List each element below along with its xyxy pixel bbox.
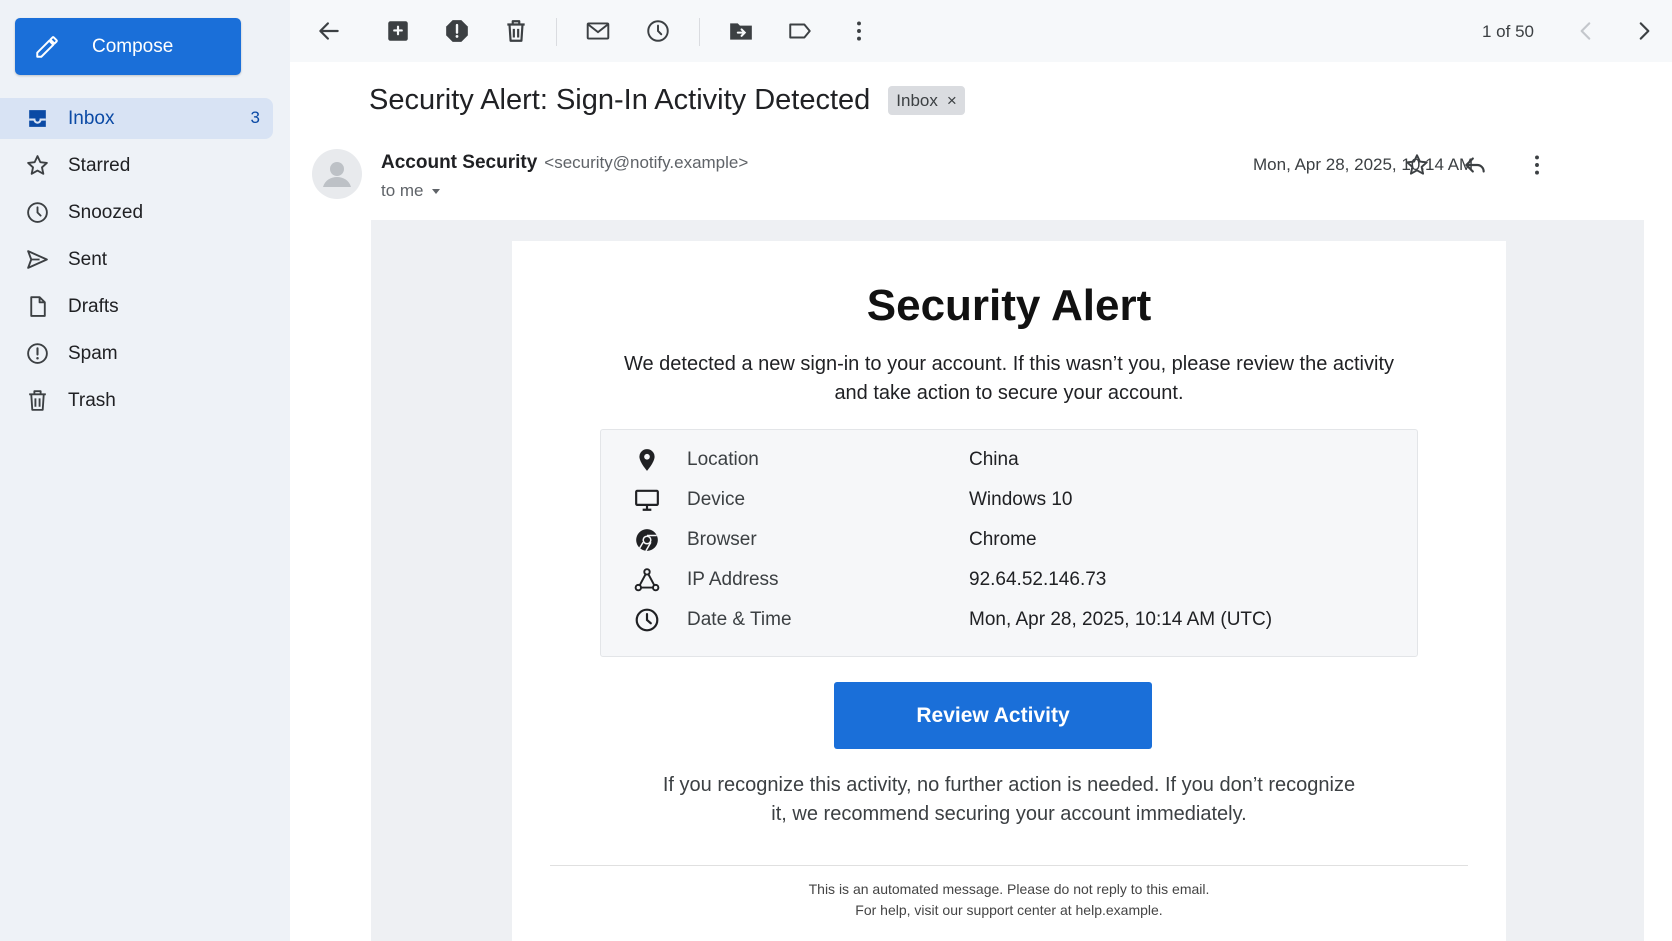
report-spam-icon[interactable] [444, 18, 470, 44]
draft-icon [30, 296, 46, 317]
detail-row-ip-address: IP Address 92.64.52.146.73 [601, 565, 1419, 595]
message-view: 1 of 50 Security Alert: Sign-In Activity… [290, 0, 1672, 941]
detail-row-location: Location China [601, 445, 1419, 475]
sidebar-item-label: Trash [68, 390, 116, 411]
email-footer: This is an automated message. Please do … [612, 879, 1406, 921]
detail-value: Windows 10 [969, 489, 1073, 510]
alert-title: Security Alert [866, 281, 1152, 330]
snooze-icon[interactable] [645, 18, 671, 44]
review-activity-button[interactable]: Review Activity [834, 682, 1152, 749]
sidebar-item-label: Starred [68, 155, 131, 176]
footer-line-automated: This is an automated message. Please do … [808, 881, 1210, 897]
detail-row-date-time: Date & Time Mon, Apr 28, 2025, 10:14 AM … [601, 605, 1419, 635]
toolbar-divider [556, 18, 557, 46]
location-pin-icon [639, 449, 655, 471]
pencil-icon [36, 36, 58, 58]
star-icon [27, 155, 48, 175]
detail-row-browser: Browser Chrome [601, 525, 1419, 555]
sender-line: Account Security <security@notify.exampl… [381, 152, 748, 174]
next-icon[interactable] [1631, 18, 1657, 44]
sidebar-item-spam[interactable]: Spam [0, 333, 273, 374]
detail-value: 92.64.52.146.73 [969, 569, 1107, 590]
inbox-label-chip: Inbox × [888, 86, 965, 115]
detail-label: Device [687, 489, 746, 510]
folder-nav: Inbox 3 Starred Snoozed Sent Drafts Spam… [0, 98, 290, 427]
monitor-icon [635, 489, 659, 511]
sidebar-item-sent[interactable]: Sent [0, 239, 273, 280]
detail-value: Mon, Apr 28, 2025, 10:14 AM (UTC) [969, 609, 1273, 630]
compose-button[interactable]: Compose [15, 18, 241, 75]
detail-label: Date & Time [687, 609, 792, 630]
sidebar-item-trash[interactable]: Trash [0, 380, 273, 421]
network-icon [634, 568, 660, 592]
sidebar-item-snoozed[interactable]: Snoozed [0, 192, 273, 233]
sidebar-item-label: Spam [68, 343, 118, 364]
detail-label: IP Address [687, 569, 779, 590]
inbox-icon [29, 110, 46, 127]
alert-card: Security Alert We detected a new sign-in… [512, 241, 1506, 941]
delete-icon[interactable] [503, 18, 529, 44]
detail-label: Location [687, 449, 759, 470]
recipient-details-toggle[interactable]: to me [381, 181, 442, 201]
remove-label-button[interactable]: × [947, 91, 957, 111]
spam-icon [27, 343, 48, 364]
sender-email: <security@notify.example> [544, 153, 749, 172]
trash-icon [29, 390, 46, 411]
more-vert-icon[interactable] [1524, 152, 1550, 178]
more-vert-icon[interactable] [846, 18, 872, 44]
sender-avatar [312, 149, 362, 199]
clock-icon [635, 608, 659, 632]
detail-value: Chrome [969, 529, 1037, 550]
chrome-icon [636, 529, 658, 552]
sidebar-item-label: Sent [68, 249, 108, 270]
sidebar-item-label: Drafts [68, 296, 119, 317]
detail-row-device: Device Windows 10 [601, 485, 1419, 515]
message-date: Mon, Apr 28, 2025, 10:14 AM [1253, 155, 1474, 174]
label-chip-text: Inbox [896, 90, 938, 110]
footer-divider [550, 865, 1468, 866]
move-to-icon[interactable] [728, 18, 754, 44]
back-arrow-icon[interactable] [316, 18, 342, 44]
alert-intro: We detected a new sign-in to your accoun… [623, 353, 1395, 404]
unread-count: 3 [250, 108, 260, 127]
message-toolbar: 1 of 50 [290, 0, 1672, 62]
sender-name: Account Security [381, 152, 538, 173]
detail-value: China [969, 449, 1019, 470]
sidebar-item-starred[interactable]: Starred [0, 145, 273, 186]
sidebar-item-label: Snoozed [68, 202, 144, 223]
archive-icon[interactable] [385, 18, 411, 44]
reply-icon[interactable] [1462, 152, 1488, 178]
compose-label: Compose [92, 36, 174, 57]
recipient-label: to me [381, 181, 424, 200]
clock-icon [27, 202, 48, 223]
person-icon [323, 162, 351, 187]
recognize-note: If you recognize this activity, no furth… [662, 774, 1356, 825]
email-subject: Security Alert: Sign-In Activity Detecte… [369, 84, 871, 116]
star-icon[interactable] [1404, 152, 1430, 178]
caret-down-icon [431, 189, 440, 194]
mark-unread-icon[interactable] [585, 18, 611, 44]
sidebar-item-drafts[interactable]: Drafts [0, 286, 273, 327]
toolbar-divider [699, 18, 700, 46]
signin-details-box: Location China Device Windows 10 Browser… [600, 429, 1418, 657]
sidebar: Compose Inbox 3 Starred Snoozed Sent Dra… [0, 0, 290, 941]
pagination-count: 1 of 50 [1482, 22, 1534, 41]
sidebar-item-label: Inbox [68, 108, 115, 129]
label-icon[interactable] [787, 18, 813, 44]
subject-row: Security Alert: Sign-In Activity Detecte… [369, 84, 965, 117]
sidebar-item-inbox[interactable]: Inbox 3 [0, 98, 273, 139]
footer-line-help: For help, visit our support center at he… [855, 902, 1163, 918]
message-body: Security Alert We detected a new sign-in… [371, 220, 1644, 941]
send-icon [27, 250, 48, 269]
detail-label: Browser [687, 529, 757, 550]
previous-icon[interactable] [1573, 18, 1599, 44]
